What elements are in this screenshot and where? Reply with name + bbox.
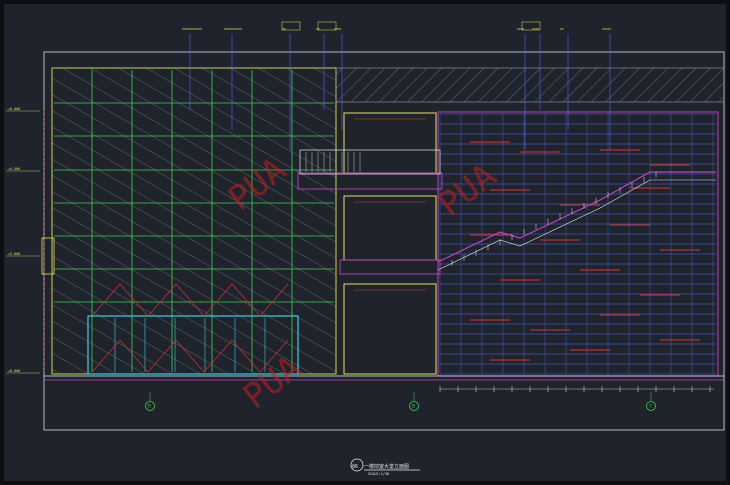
callout-label-4: XXXX bbox=[334, 27, 341, 31]
elevation-drawing: 一楼前室大堂立面图 SCALE:1/30 06 XXXXXXXXXXX XXXXX… bbox=[0, 0, 730, 485]
callout-label-2: XX bbox=[282, 27, 286, 31]
callout-label-7: XX bbox=[560, 27, 564, 31]
callout-label-0: XXXXXXXXXXX bbox=[182, 27, 202, 31]
callout-label-8: XXXXX bbox=[602, 27, 611, 31]
callout-label-3: XX bbox=[316, 27, 320, 31]
ceiling-hatch bbox=[336, 68, 724, 102]
drawing-scale: SCALE:1/30 bbox=[368, 472, 389, 476]
elevation-mark-0: +6.000 bbox=[8, 107, 20, 111]
callout-label-6: XXXX bbox=[532, 27, 539, 31]
callout-label-1: XXXXXXXXXX bbox=[224, 27, 242, 31]
cad-viewport[interactable]: 一楼前室大堂立面图 SCALE:1/30 06 XXXXXXXXXXX XXXXX… bbox=[0, 0, 730, 485]
callout-label-5: XXXX bbox=[517, 27, 524, 31]
elevation-mark-1: +4.500 bbox=[8, 167, 20, 171]
left-wall-hatch bbox=[52, 68, 336, 374]
elevation-mark-2: +3.000 bbox=[8, 252, 20, 256]
elevation-mark-3: +0.000 bbox=[8, 369, 20, 373]
drawing-number: 06 bbox=[352, 464, 358, 470]
drawing-title: 一楼前室大堂立面图 bbox=[364, 463, 409, 470]
